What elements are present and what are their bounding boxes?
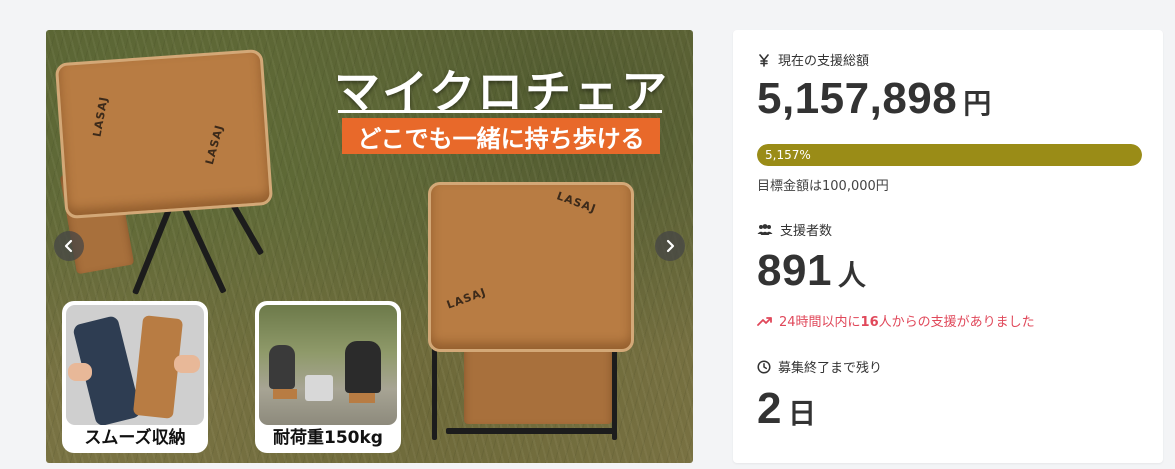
goal-amount-text: 目標金額は100,000円: [757, 179, 889, 194]
progress-percent: 5,157%: [765, 148, 811, 162]
chevron-right-icon: [666, 239, 675, 253]
thumb-caption-storage: スムーズ収納: [84, 428, 186, 448]
thumb-caption-load: 耐荷重150kg: [273, 428, 383, 448]
total-amount-label-row: 現在の支援総額: [757, 50, 869, 69]
headline-divider: [338, 110, 662, 113]
remaining-unit: 日: [787, 398, 816, 429]
funding-summary-panel: 現在の支援総額 5,157,898 円 5,157% 目標金額は100,000円 …: [733, 30, 1163, 463]
trend-prefix: 24時間以内に: [779, 315, 861, 330]
total-amount: 5,157,898 円: [757, 74, 991, 124]
funding-progress-bar: 5,157%: [757, 144, 1142, 166]
supporters-label: 支援者数: [780, 224, 833, 239]
recent-support-trend: 24時間以内に16人からの支援がありました: [757, 311, 1035, 330]
feature-thumb-storage: スムーズ収納: [62, 301, 208, 453]
clock-icon: [757, 359, 771, 374]
trend-count: 16: [860, 315, 879, 330]
load-photo: [259, 305, 397, 425]
project-image-carousel[interactable]: LASAJ LASAJ LASAJ LASAJ マイクロチェア どこでも一緒に持…: [46, 30, 693, 463]
total-amount-value: 5,157,898: [757, 74, 958, 123]
remaining-label: 募集終了まで残り: [778, 361, 883, 376]
chevron-left-icon: [64, 239, 73, 253]
gallery-subheadline: どこでも一緒に持ち歩ける: [342, 118, 660, 154]
remaining-label-row: 募集終了まで残り: [757, 357, 882, 376]
remaining-value: 2: [757, 384, 782, 433]
carousel-prev-button[interactable]: [54, 231, 84, 261]
feature-thumb-load: 耐荷重150kg: [255, 301, 401, 453]
total-amount-label: 現在の支援総額: [778, 54, 870, 69]
remaining-days: 2日: [757, 384, 816, 434]
supporters-value: 891: [757, 246, 832, 295]
supporters-count: 891 人: [757, 246, 866, 296]
supporters-label-row: 支援者数: [757, 220, 832, 239]
total-amount-unit: 円: [963, 88, 992, 119]
trending-up-icon: [757, 316, 772, 326]
trend-suffix: 人からの支援がありました: [878, 315, 1035, 330]
storage-photo: [66, 305, 204, 425]
progress-fill: [757, 144, 1142, 166]
supporters-unit: 人: [837, 260, 866, 291]
users-icon: [757, 223, 773, 235]
yen-icon: [759, 53, 769, 67]
carousel-next-button[interactable]: [655, 231, 685, 261]
